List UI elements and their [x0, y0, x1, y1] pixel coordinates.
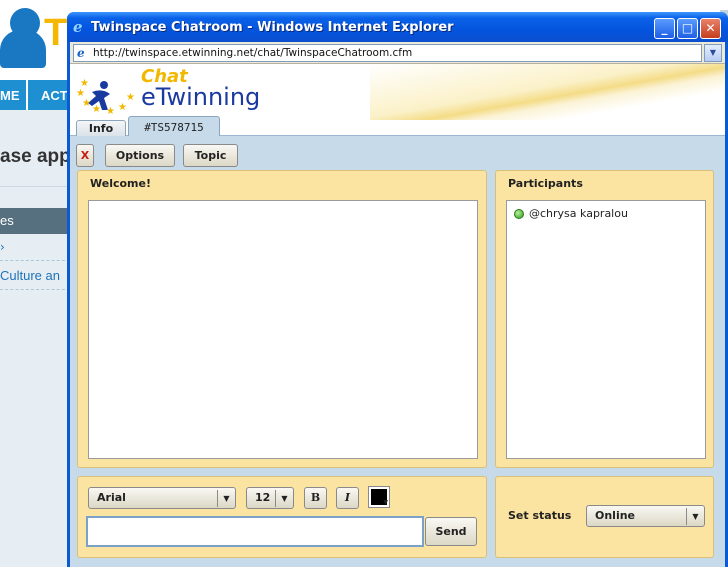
address-field[interactable]: e http://twinspace.etwinning.net/chat/Tw…	[73, 44, 702, 62]
italic-button[interactable]: I	[336, 487, 359, 509]
messages-panel: Welcome!	[77, 170, 487, 468]
logo-brand-text: eTwinning	[141, 83, 261, 111]
font-select[interactable]: Arial ▼	[88, 487, 236, 509]
background-divider	[0, 186, 70, 187]
participants-list: @chrysa kapralou	[506, 200, 706, 459]
maximize-icon: □	[681, 21, 694, 35]
ie-window: e Twinspace Chatroom - Windows Internet …	[67, 12, 728, 567]
participant-name: @chrysa kapralou	[529, 207, 628, 220]
participants-panel-title: Participants	[508, 177, 583, 190]
address-bar: e http://twinspace.etwinning.net/chat/Tw…	[70, 42, 725, 64]
window-titlebar[interactable]: e Twinspace Chatroom - Windows Internet …	[67, 12, 728, 42]
star-icon: ★	[126, 92, 135, 103]
font-size-value: 12	[255, 491, 271, 504]
chevron-down-icon: ▼	[686, 508, 704, 525]
tab-info[interactable]: Info	[76, 120, 126, 137]
chevron-down-icon: ▼	[383, 499, 388, 506]
close-window-button[interactable]: ✕	[700, 18, 721, 39]
text-color-button[interactable]: ▼	[368, 486, 390, 508]
star-icon: ★	[92, 104, 101, 115]
status-select[interactable]: Online ▼	[586, 505, 705, 527]
messages-panel-title: Welcome!	[90, 177, 151, 190]
background-nav-item[interactable]: ACT	[41, 88, 68, 103]
chat-header: ★ ★ ★ ★ ★ ★ ★ Chat eTwinning	[70, 64, 725, 120]
address-dropdown-button[interactable]: ▼	[704, 44, 722, 62]
options-button[interactable]: Options	[105, 144, 175, 167]
tab-channel[interactable]: #TS578715	[128, 116, 220, 137]
address-url: http://twinspace.etwinning.net/chat/Twin…	[93, 47, 413, 59]
status-select-value: Online	[595, 509, 636, 522]
online-status-icon	[514, 209, 524, 219]
message-area[interactable]	[88, 200, 478, 459]
background-logo-letter: T	[44, 12, 68, 54]
close-icon: ✕	[705, 21, 716, 35]
minimize-icon: _	[661, 21, 668, 35]
maximize-button[interactable]: □	[677, 18, 698, 39]
message-input[interactable]	[86, 516, 424, 547]
status-label: Set status	[508, 509, 572, 522]
background-page-heading: ase app	[0, 146, 71, 167]
font-select-value: Arial	[97, 491, 126, 504]
composer-panel: Arial ▼ 12 ▼ B I ▼ Send	[77, 476, 487, 558]
close-channel-button[interactable]: X	[76, 144, 94, 167]
chevron-down-icon: ▼	[709, 48, 717, 57]
tab-strip: Info #TS578715	[70, 116, 725, 137]
star-icon: ★	[106, 106, 115, 117]
send-button[interactable]: Send	[425, 517, 477, 546]
minimize-button[interactable]: _	[654, 18, 675, 39]
background-sidebar-divider	[0, 289, 70, 290]
header-decoration	[370, 64, 725, 120]
topic-button[interactable]: Topic	[183, 144, 238, 167]
chat-body: X Options Topic Welcome! Participants @c…	[70, 136, 725, 567]
star-icon: ★	[82, 98, 91, 109]
background-sidebar-divider	[0, 260, 70, 261]
chat-page: ★ ★ ★ ★ ★ ★ ★ Chat eTwinning Info #TS578…	[70, 64, 725, 567]
background-nav-item[interactable]: ME	[0, 88, 20, 103]
background-logo-head	[10, 8, 40, 38]
background-sidebar-title: es	[0, 208, 70, 234]
star-icon: ★	[118, 102, 127, 113]
internet-explorer-icon: e	[73, 18, 83, 36]
bold-button[interactable]: B	[304, 487, 327, 509]
font-size-select[interactable]: 12 ▼	[246, 487, 294, 509]
participants-panel: Participants @chrysa kapralou	[495, 170, 714, 468]
background-sidebar-bullet: ›	[0, 240, 5, 254]
background-nav-separator	[26, 80, 28, 110]
background-sidebar-link[interactable]: Culture an	[0, 268, 60, 283]
chevron-down-icon: ▼	[275, 490, 293, 507]
page-icon: e	[77, 46, 85, 60]
chevron-down-icon: ▼	[217, 490, 235, 507]
window-title: Twinspace Chatroom - Windows Internet Ex…	[91, 20, 454, 35]
status-panel: Set status Online ▼	[495, 476, 714, 558]
